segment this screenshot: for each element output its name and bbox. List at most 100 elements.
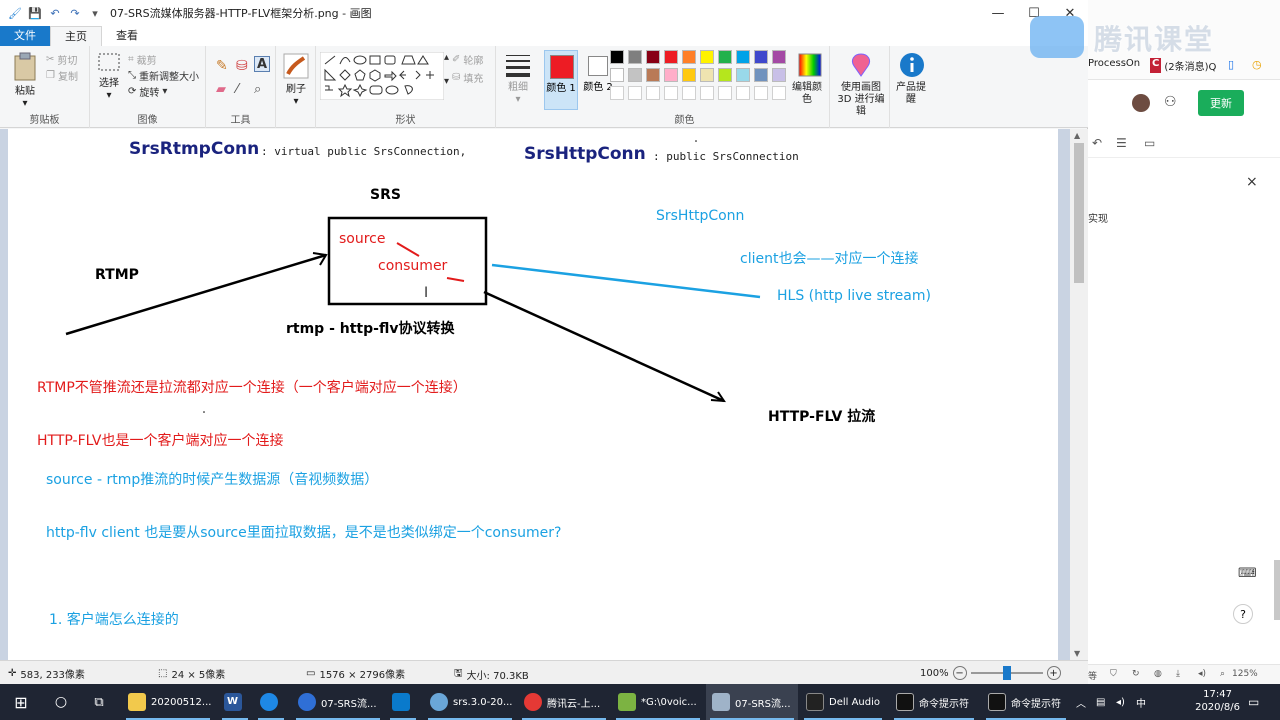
csdn-tab[interactable]: C (2条消息)Q	[1150, 58, 1216, 73]
notification-icon[interactable]: ▭	[1248, 684, 1266, 720]
custom-color-slot[interactable]	[754, 86, 768, 100]
color-swatch[interactable]	[610, 50, 624, 64]
scroll-down-icon[interactable]: ▼	[1074, 649, 1080, 658]
color-swatch[interactable]	[664, 50, 678, 64]
select-button[interactable]: 选择 ▾	[96, 52, 122, 102]
color-swatch[interactable]	[736, 68, 750, 82]
rotate-button[interactable]: ⟳ 旋转 ▾	[128, 84, 167, 99]
tab-home[interactable]: 主页	[50, 26, 102, 46]
paint3d-button[interactable]: 使用画图 3D 进行编辑	[834, 52, 888, 118]
timer-icon[interactable]: ◷	[1252, 58, 1262, 71]
color-swatch[interactable]	[736, 50, 750, 64]
color-swatch[interactable]	[682, 68, 696, 82]
task-view-button[interactable]: ⧉	[86, 684, 112, 720]
volume-icon[interactable]: ◂)	[1116, 684, 1130, 720]
magnifier-icon[interactable]: ⌕	[254, 82, 261, 97]
tab-view[interactable]: 查看	[102, 26, 152, 46]
ime-icon[interactable]: 中	[1136, 684, 1150, 720]
color-swatch[interactable]	[772, 50, 786, 64]
shapes-scroll-up-icon[interactable]: ▴	[444, 52, 449, 63]
color-swatch[interactable]	[754, 68, 768, 82]
panel-close-button[interactable]: ×	[1246, 174, 1258, 190]
brushes-button[interactable]: 刷子 ▾	[280, 52, 312, 108]
taskbar-item-word[interactable]: W	[218, 684, 252, 720]
color-swatch[interactable]	[718, 50, 732, 64]
scroll-thumb[interactable]	[1074, 143, 1084, 283]
zoom-slider-thumb[interactable]	[1002, 666, 1011, 680]
color1-button[interactable]: 颜色 1	[544, 50, 578, 110]
add-user-icon[interactable]: ⚇	[1164, 94, 1177, 110]
undo-icon[interactable]: ↶	[48, 6, 62, 20]
taskbar-item-app[interactable]	[254, 684, 288, 720]
search-button[interactable]: ○	[48, 684, 74, 720]
network-icon[interactable]: ▤	[1096, 684, 1110, 720]
color-swatch[interactable]	[754, 50, 768, 64]
taskbar-item-dell-audio[interactable]: Dell Audio	[800, 684, 886, 720]
color-swatch[interactable]	[610, 68, 624, 82]
color-swatch[interactable]	[700, 50, 714, 64]
help-icon[interactable]: ?	[1233, 604, 1253, 624]
color-swatch[interactable]	[646, 50, 660, 64]
custom-color-slot[interactable]	[718, 86, 732, 100]
copy-button[interactable]: ❐ 复制	[46, 68, 78, 83]
redo-icon[interactable]: ↷	[68, 6, 82, 20]
custom-color-slot[interactable]	[610, 86, 624, 100]
color-swatch[interactable]	[772, 68, 786, 82]
custom-color-slot[interactable]	[646, 86, 660, 100]
taskbar-item-notepad[interactable]: *G:\0voic...	[612, 684, 704, 720]
avatar[interactable]	[1132, 94, 1150, 112]
custom-color-slot[interactable]	[736, 86, 750, 100]
download-icon[interactable]: ⤓	[1176, 669, 1180, 679]
color-swatch[interactable]	[628, 68, 642, 82]
shapes-more-icon[interactable]: ▾	[444, 76, 449, 87]
fill-button[interactable]: ⛁ 填充	[452, 70, 483, 85]
refresh-icon[interactable]: ↻	[1132, 669, 1140, 679]
color-swatch[interactable]	[664, 68, 678, 82]
fill-bucket-icon[interactable]: ⛁	[236, 58, 248, 74]
custom-color-slot[interactable]	[772, 86, 786, 100]
custom-color-slot[interactable]	[682, 86, 696, 100]
custom-color-slot[interactable]	[628, 86, 642, 100]
eraser-icon[interactable]: ▰	[216, 82, 226, 97]
scroll-up-icon[interactable]: ▲	[1074, 131, 1080, 140]
color-swatch[interactable]	[700, 68, 714, 82]
minimize-button[interactable]: —	[980, 0, 1016, 26]
color-swatch[interactable]	[682, 50, 696, 64]
taskbar-item-cmd-1[interactable]: 命令提示符	[890, 684, 978, 720]
color-swatch[interactable]	[646, 68, 660, 82]
zoom-icon[interactable]: ⌕	[1220, 669, 1225, 679]
color-swatch[interactable]	[628, 50, 642, 64]
taskbar-item-srs[interactable]: srs.3.0-20...	[424, 684, 516, 720]
color-picker-icon[interactable]: ⁄	[236, 82, 238, 97]
zoom-slider[interactable]	[970, 666, 1043, 680]
taskbar-item-cmd-2[interactable]: 命令提示符	[982, 684, 1070, 720]
taskbar-item-paint[interactable]: 07-SRS流...	[706, 684, 798, 720]
edit-colors-button[interactable]: 编辑颜色	[792, 52, 828, 106]
zoom-out-icon[interactable]: −	[952, 666, 967, 680]
taskbar-item-tencent[interactable]: 腾讯云-上...	[518, 684, 610, 720]
shield-icon[interactable]: ⛉	[1110, 669, 1117, 679]
customize-toolbar-icon[interactable]: ▾	[88, 6, 102, 20]
folder-icon[interactable]: ▭	[1144, 136, 1155, 150]
size-button[interactable]: 粗细 ▾	[502, 52, 534, 106]
keyboard-icon[interactable]: ⌨	[1238, 566, 1257, 581]
taskbar-item-vscode[interactable]	[386, 684, 420, 720]
paste-button[interactable]: 粘贴 ▾	[10, 52, 40, 110]
tray-up-icon[interactable]: ︿	[1076, 684, 1090, 720]
tab-file[interactable]: 文件	[0, 26, 50, 46]
product-alert-button[interactable]: 产品提醒	[896, 52, 928, 106]
resize-button[interactable]: ⤡ 重新调整大小	[128, 68, 199, 83]
taskbar-item-explorer[interactable]: 20200512...	[122, 684, 214, 720]
shapes-gallery[interactable]	[320, 52, 444, 100]
list-icon[interactable]: ☰	[1116, 136, 1127, 150]
globe-icon[interactable]: ◍	[1154, 669, 1162, 679]
custom-color-slot[interactable]	[664, 86, 678, 100]
vertical-scrollbar[interactable]: ▲ ▼	[1070, 129, 1088, 660]
color-swatch[interactable]	[718, 68, 732, 82]
cut-button[interactable]: ✂ 剪切	[46, 52, 77, 67]
save-icon[interactable]: 💾	[28, 6, 42, 20]
crop-button[interactable]: ⌗ 裁剪	[128, 52, 157, 67]
right-scrollbar[interactable]	[1274, 560, 1280, 620]
pencil-icon[interactable]: ✎	[216, 58, 228, 74]
start-button[interactable]: ⊞	[8, 684, 34, 720]
